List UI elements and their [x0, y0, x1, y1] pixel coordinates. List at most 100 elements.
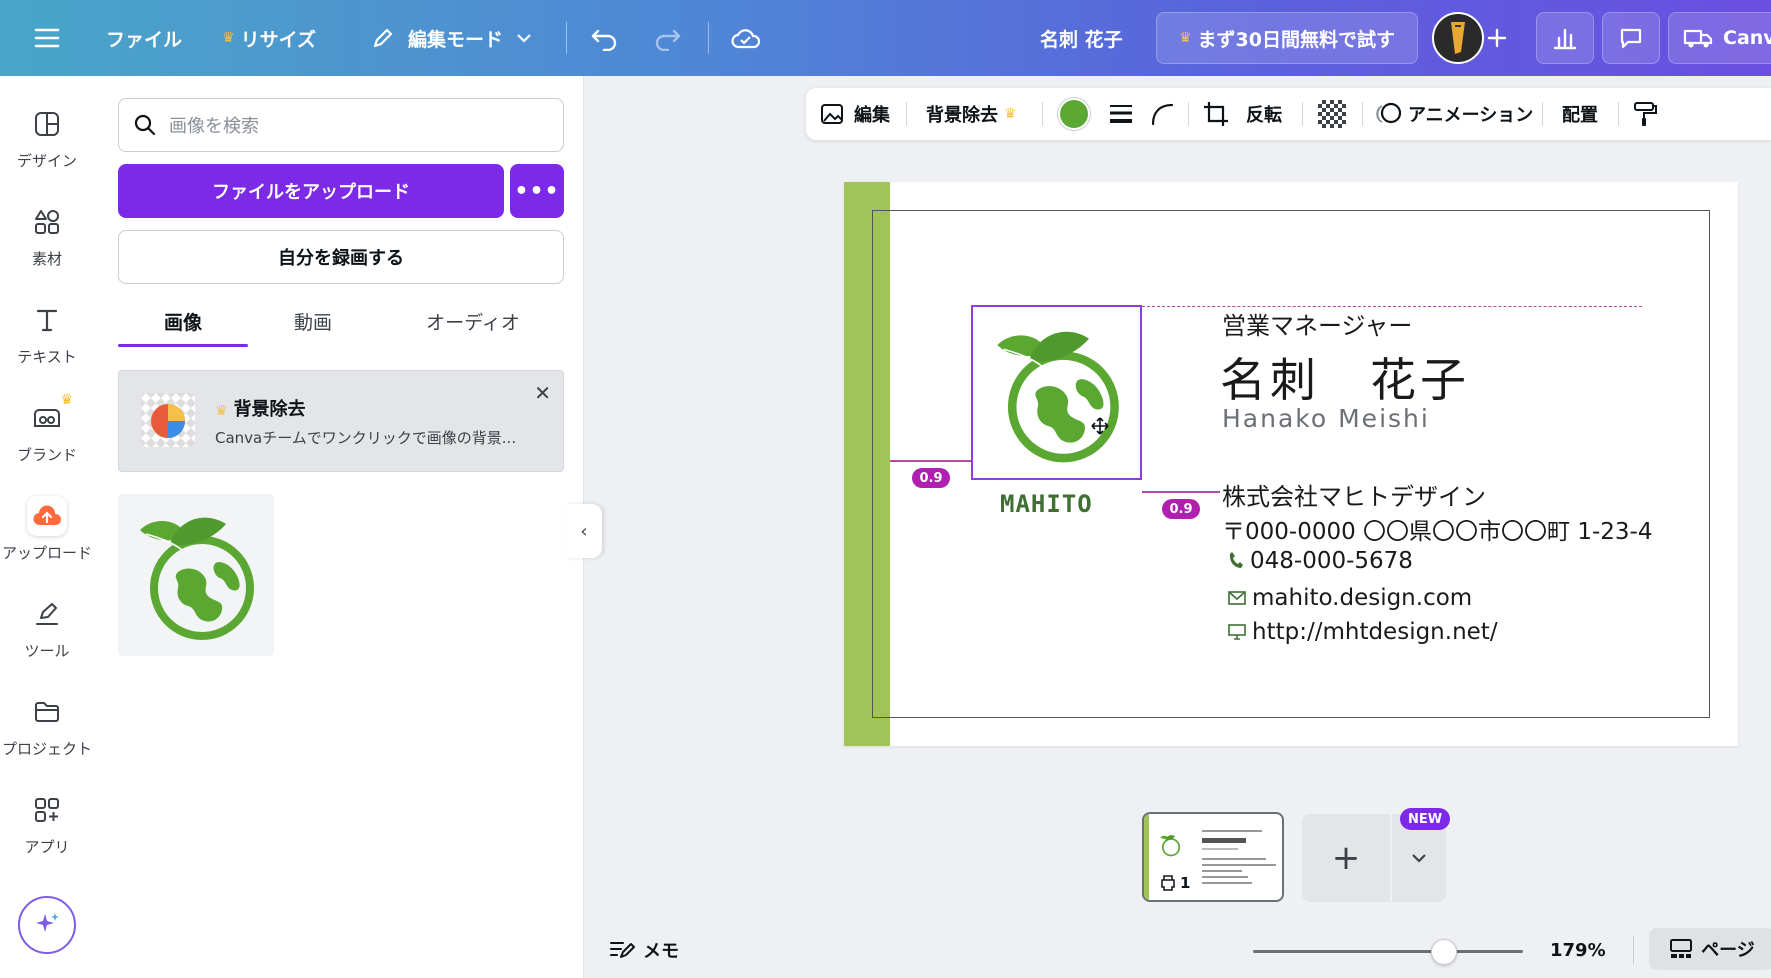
spacing-badge: 0.9	[912, 468, 950, 488]
comment-button[interactable]	[1602, 12, 1660, 64]
analytics-button[interactable]	[1536, 12, 1594, 64]
mail-icon	[1228, 591, 1246, 605]
present-button[interactable]: Canv	[1668, 12, 1771, 64]
notes-button[interactable]: メモ	[609, 922, 679, 978]
collapse-panel-button[interactable]: ‹	[566, 504, 602, 558]
tab-images[interactable]: 画像	[118, 298, 248, 344]
crown-icon: ♛	[1004, 106, 1017, 122]
job-title[interactable]: 営業マネージャー	[1222, 306, 1412, 341]
page-thumbnail[interactable]: 1	[1142, 812, 1284, 902]
business-card-page[interactable]: 0.9 0.9 MAHITO 営業マネージャー 名刺 花子 Hanako Mei…	[844, 182, 1738, 746]
pen-icon	[27, 594, 67, 634]
magic-assistant-button[interactable]	[18, 896, 76, 954]
transparency-icon[interactable]	[1318, 88, 1346, 140]
free-trial-button[interactable]: ♛ まず30日間無料で試す	[1156, 12, 1418, 64]
plus-icon: +	[1331, 838, 1361, 878]
rail-upload-label: アップロード	[1, 543, 92, 562]
color-swatch[interactable]	[1058, 88, 1090, 140]
rail-design-label: デザイン	[16, 151, 77, 170]
edit-image-button[interactable]: 編集	[820, 88, 890, 140]
resize-button[interactable]: ♛ リサイズ	[222, 0, 316, 76]
paint-roller-icon[interactable]	[1632, 88, 1658, 140]
tab-audio[interactable]: オーディオ	[378, 298, 568, 344]
record-yourself-button[interactable]: 自分を録画する	[118, 230, 564, 284]
zoom-level[interactable]: 179%	[1550, 922, 1606, 978]
zoom-slider-handle[interactable]	[1431, 939, 1457, 965]
divider	[1618, 102, 1619, 126]
add-page-button[interactable]: +	[1302, 814, 1390, 902]
edit-label: 編集	[854, 105, 890, 126]
cloud-saved-icon[interactable]	[730, 0, 762, 76]
crop-icon[interactable]	[1202, 88, 1230, 140]
rail-design[interactable]: デザイン	[0, 92, 94, 182]
footer-bar: メモ 179% ページ	[585, 922, 1771, 978]
flip-button[interactable]: 反転	[1246, 88, 1282, 140]
rail-upload[interactable]: アップロード	[0, 484, 94, 574]
globe-leaf-logo-icon	[140, 517, 254, 640]
person-name[interactable]: 名刺 花子	[1220, 344, 1470, 410]
bg-remove-button[interactable]: 背景除去 ♛	[926, 88, 1023, 140]
person-name-roman[interactable]: Hanako Meishi	[1222, 404, 1430, 433]
add-collaborator-button[interactable]	[1486, 0, 1508, 76]
text-icon	[27, 300, 67, 340]
uploaded-image-thumbnail[interactable]	[118, 494, 274, 656]
tab-videos[interactable]: 動画	[248, 298, 378, 344]
rail-apps[interactable]: アプリ	[0, 778, 94, 868]
close-icon[interactable]: ✕	[534, 381, 551, 405]
chevron-down-icon	[1412, 854, 1426, 863]
selected-logo-image[interactable]	[971, 305, 1142, 480]
redo-icon[interactable]	[652, 0, 682, 76]
logo-text[interactable]: MAHITO	[1000, 490, 1093, 518]
image-edit-icon	[821, 104, 843, 124]
website-line[interactable]: http://mhtdesign.net/	[1228, 619, 1498, 645]
file-menu[interactable]: ファイル	[106, 0, 182, 76]
animation-button[interactable]: アニメーション	[1374, 88, 1533, 140]
corner-rounding-icon[interactable]	[1150, 88, 1176, 140]
free-trial-label: まず30日間無料で試す	[1197, 28, 1395, 51]
avatar[interactable]	[1432, 0, 1484, 76]
phone-line[interactable]: 048-000-5678	[1228, 548, 1413, 574]
shapes-icon	[27, 202, 67, 242]
position-button[interactable]: 配置	[1562, 88, 1598, 140]
folder-icon	[27, 692, 67, 732]
border-style-icon[interactable]	[1108, 88, 1134, 140]
comment-icon	[1620, 28, 1642, 49]
bg-remove-promo[interactable]: ♛ 背景除去 Canvaチームでワンクリックで画像の背景... ✕	[118, 370, 564, 472]
email-line[interactable]: mahito.design.com	[1228, 585, 1472, 611]
address[interactable]: 〒000-0000 〇〇県〇〇市〇〇町 1-23-4	[1222, 512, 1653, 546]
pages-button[interactable]: ページ	[1649, 928, 1771, 970]
rail-text[interactable]: テキスト	[0, 288, 94, 378]
undo-icon[interactable]	[590, 0, 620, 76]
company-name[interactable]: 株式会社マヒトデザイン	[1222, 477, 1486, 512]
search-input[interactable]: 画像を検索	[118, 98, 564, 152]
sparkle-icon	[36, 913, 59, 932]
divider	[1633, 936, 1634, 964]
promo-title-text: 背景除去	[233, 399, 306, 420]
rail-apps-label: アプリ	[24, 837, 70, 856]
rail-tools[interactable]: ツール	[0, 582, 94, 672]
globe-leaf-logo-icon	[996, 331, 1119, 462]
document-title[interactable]: 名刺 花子	[1040, 0, 1123, 76]
page-number-text: 1	[1180, 874, 1191, 892]
more-options-button[interactable]: •••	[510, 164, 564, 218]
more-icon: •••	[514, 178, 560, 204]
rail-projects[interactable]: プロジェクト	[0, 680, 94, 770]
edit-mode-dropdown[interactable]: 編集モード	[370, 0, 533, 76]
spacing-guide	[1142, 491, 1220, 493]
brand-icon: ♛	[27, 392, 73, 438]
rail-elements[interactable]: 素材	[0, 190, 94, 280]
upload-panel: 画像を検索 ファイルをアップロード ••• 自分を録画する 画像 動画 オーディ…	[94, 76, 584, 978]
present-label: Canv	[1723, 27, 1771, 49]
website-url: http://mhtdesign.net/	[1252, 619, 1498, 645]
promo-title: ♛ 背景除去	[215, 395, 306, 421]
menu-icon[interactable]	[34, 0, 60, 76]
divider	[708, 22, 709, 54]
chevron-down-icon	[517, 34, 531, 43]
thumbnail-logo-icon	[1160, 835, 1181, 857]
rail-projects-label: プロジェクト	[1, 739, 92, 758]
upload-file-button[interactable]: ファイルをアップロード	[118, 164, 504, 218]
rail-brand[interactable]: ♛ ブランド	[0, 386, 94, 476]
active-tab-indicator	[118, 344, 248, 347]
divider	[1542, 102, 1543, 126]
zoom-slider-track[interactable]	[1253, 950, 1523, 953]
